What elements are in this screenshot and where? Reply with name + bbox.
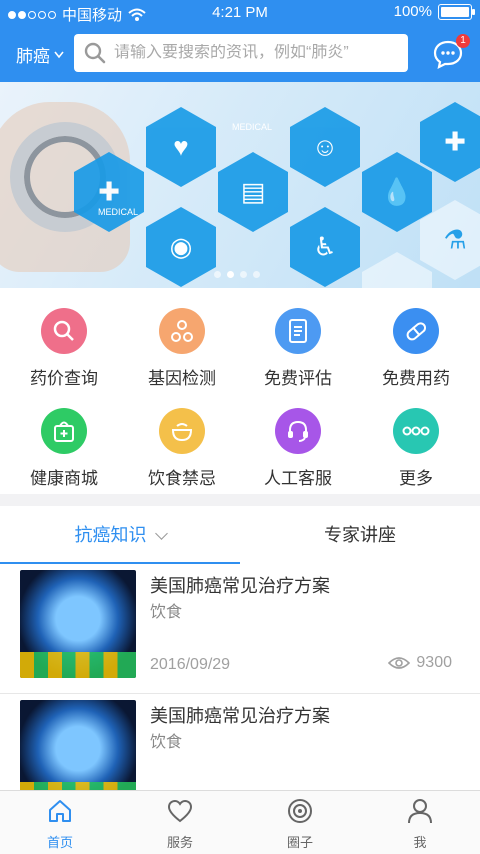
wheelchair-icon: ♿ — [313, 231, 337, 262]
hex-tile: ▤ — [218, 152, 288, 232]
home-icon — [49, 800, 71, 822]
chevron-down-icon — [154, 527, 168, 540]
pill-icon — [393, 308, 439, 354]
article-item[interactable]: 美国肺癌常见治疗方案 饮食 2016/09/29 9300 — [0, 564, 480, 694]
nav-label: 圈子 — [286, 835, 313, 850]
top-bar: 肺癌 1 — [0, 34, 480, 74]
clipboard-icon: ▤ — [240, 176, 266, 207]
hex-tile: ✚ — [420, 102, 480, 182]
shop-bag-icon — [41, 408, 87, 454]
drops-icon: 💧 — [380, 176, 414, 207]
eye-icon: ◉ — [169, 231, 193, 262]
carousel-dot[interactable] — [253, 271, 260, 278]
quick-item-label: 人工客服 — [264, 469, 332, 488]
search-box[interactable] — [74, 34, 408, 72]
search-icon — [84, 42, 106, 64]
quick-item-label: 健康商城 — [30, 469, 98, 488]
article-category: 饮食 — [150, 604, 183, 621]
hex-tile: ♿ — [290, 207, 360, 287]
heart-icon: ♥ — [173, 131, 189, 162]
banner-label: MEDICAL — [232, 122, 273, 132]
carousel-indicator — [214, 271, 260, 278]
hex-tile: ◉ — [146, 207, 216, 287]
article-views: 9300 — [388, 654, 452, 672]
tab-label: 抗癌知识 — [74, 525, 147, 545]
document-icon — [275, 308, 321, 354]
battery-percent: 100% — [393, 3, 432, 20]
hex-tile: ♥ — [146, 107, 216, 187]
quick-item-label: 免费评估 — [264, 369, 332, 388]
nav-service[interactable]: 服务 — [120, 797, 240, 851]
quick-item-label: 基因检测 — [148, 369, 216, 388]
message-badge: 1 — [456, 34, 470, 48]
test-tubes-icon: ⚗ — [443, 224, 467, 255]
tab-anticancer-knowledge[interactable]: 抗癌知识 — [0, 506, 240, 564]
quick-item-customer-service[interactable]: 人工客服 — [238, 408, 358, 489]
article-category: 饮食 — [150, 734, 183, 751]
heart-icon — [167, 799, 193, 823]
quick-item-label: 更多 — [399, 469, 433, 488]
search-icon — [41, 308, 87, 354]
quick-item-free-medication[interactable]: 免费用药 — [356, 308, 476, 389]
nav-home[interactable]: 首页 — [0, 797, 120, 851]
quick-item-health-mall[interactable]: 健康商城 — [4, 408, 124, 489]
quick-item-more[interactable]: 更多 — [356, 408, 476, 489]
quick-item-diet-taboo[interactable]: 饮食禁忌 — [122, 408, 242, 489]
quick-item-label: 饮食禁忌 — [148, 469, 216, 488]
carousel-dot[interactable] — [240, 271, 247, 278]
quick-item-label: 免费用药 — [382, 369, 450, 388]
bowl-icon — [159, 408, 205, 454]
nav-label: 服务 — [166, 835, 193, 850]
medical-cross-icon: ✚ — [98, 176, 120, 207]
article-thumbnail — [20, 570, 136, 678]
banner-label: MEDICAL — [98, 207, 139, 217]
disease-selector[interactable]: 肺癌 — [16, 42, 64, 67]
bottom-nav: 首页 服务 圈子 我 — [0, 790, 480, 854]
battery-icon — [438, 3, 475, 20]
quick-service-grid: 药价查询 基因检测 免费评估 免费用药 健康商城 饮食禁忌 人工客服 更多 — [0, 288, 480, 494]
medical-kit-icon: ✚ — [444, 126, 466, 157]
user-icon — [408, 799, 432, 824]
article-item[interactable]: 美国肺癌常见治疗方案 饮食 — [0, 694, 480, 790]
quick-item-free-assessment[interactable]: 免费评估 — [238, 308, 358, 389]
banner-carousel[interactable]: ✚ ♥ ◉ ▤ ☺ ♿ 💧 ✚ ⚗ MEDICAL MEDICAL — [0, 82, 480, 288]
content-tabs: 抗癌知识 专家讲座 — [0, 506, 480, 564]
message-button[interactable]: 1 — [432, 34, 470, 70]
doctor-icon: ☺ — [311, 131, 339, 162]
quick-item-label: 药价查询 — [30, 369, 98, 388]
article-title: 美国肺癌常见治疗方案 — [150, 576, 330, 596]
search-input[interactable] — [114, 44, 394, 62]
app-header: 中国移动 4:21 PM 100% 肺癌 请输入要搜索的资讯，例如“肺炎” 1 — [0, 0, 480, 82]
gene-icon — [159, 308, 205, 354]
carousel-dot[interactable] — [214, 271, 221, 278]
quick-item-drug-price[interactable]: 药价查询 — [4, 308, 124, 389]
circle-icon — [288, 799, 312, 823]
nav-label: 首页 — [46, 835, 73, 850]
carousel-dot-active[interactable] — [227, 271, 234, 278]
quick-item-gene-test[interactable]: 基因检测 — [122, 308, 242, 389]
tab-expert-lectures[interactable]: 专家讲座 — [240, 506, 480, 564]
view-count: 9300 — [416, 654, 452, 671]
article-thumbnail — [20, 700, 136, 790]
tab-label: 专家讲座 — [324, 525, 396, 545]
hex-tile: ☺ — [290, 107, 360, 187]
nav-circle[interactable]: 圈子 — [240, 797, 360, 851]
nav-me[interactable]: 我 — [360, 797, 480, 851]
article-list: 美国肺癌常见治疗方案 饮食 2016/09/29 9300 美国肺癌常见治疗方案… — [0, 564, 480, 790]
nav-label: 我 — [413, 835, 427, 850]
status-bar: 中国移动 4:21 PM 100% — [0, 0, 480, 26]
headset-icon — [275, 408, 321, 454]
article-title: 美国肺癌常见治疗方案 — [150, 706, 330, 726]
chevron-down-icon — [54, 51, 64, 58]
article-date: 2016/09/29 — [150, 656, 231, 673]
disease-selector-label: 肺癌 — [16, 47, 50, 66]
more-icon — [393, 408, 439, 454]
eye-icon — [388, 657, 411, 669]
